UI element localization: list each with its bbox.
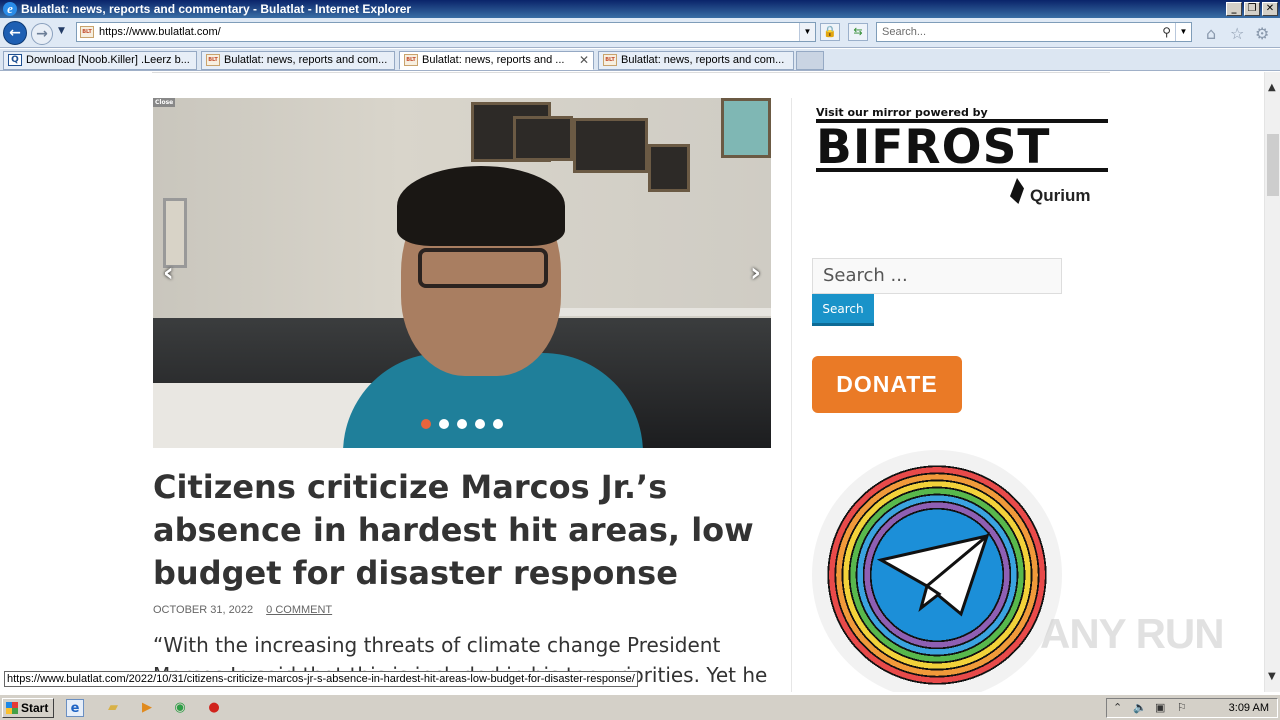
kitchen-shelf [553,308,771,316]
qurium-logo-icon [1010,178,1024,204]
tab-download[interactable]: Q Download [Noob.Killer] .Leerz b... [3,51,197,70]
bifrost-logo-text: BIFROST [816,120,1051,175]
tab-label: Bulatlat: news, reports and ... [422,54,565,66]
tray-expand-icon[interactable]: ⌃ [1113,699,1122,717]
search-dropdown-icon[interactable]: ▼ [1175,23,1191,41]
article-meta: OCTOBER 31, 2022 0 COMMENT [153,604,332,616]
favorites-star-icon[interactable]: ☆ [1230,24,1244,43]
address-bar[interactable]: BLT https://www.bulatlat.com/ ▼ [76,22,816,42]
article-headline[interactable]: Citizens criticize Marcos Jr.’s absence … [153,466,773,595]
sidebar-divider [791,98,792,692]
window-titlebar: e Bulatlat: news, reports and commentary… [0,0,1280,18]
back-button[interactable]: ← [3,21,27,45]
media-player-taskbar-icon[interactable]: ▶ [138,699,156,717]
article-date: OCTOBER 31, 2022 [153,604,254,616]
paper-plane-icon [877,531,991,617]
site-favicon: BLT [80,26,94,38]
slider-dot[interactable] [421,419,431,429]
header-divider [152,72,1110,73]
page-scrollbar[interactable]: ▲ ▼ [1264,72,1280,692]
windows-logo-icon [6,702,18,714]
taskbar-clock[interactable]: 3:09 AM [1229,699,1269,717]
home-icon[interactable]: ⌂ [1206,24,1216,43]
window-title: Bulatlat: news, reports and commentary -… [21,2,412,16]
slider-dots [421,419,503,429]
scroll-up-icon[interactable]: ▲ [1268,82,1276,93]
wall-photo [573,118,648,173]
tab-label: Bulatlat: news, reports and com... [621,54,785,66]
qurium-label: Qurium [1030,186,1091,205]
tab-bulatlat-1[interactable]: BLT Bulatlat: news, reports and com... [201,51,395,70]
alert-taskbar-icon[interactable]: ● [205,699,223,717]
chrome-taskbar-icon[interactable]: ◉ [171,699,189,717]
mirror-caption: Visit our mirror powered by [816,106,988,119]
lock-icon[interactable]: 🔒 [820,23,840,41]
search-placeholder: Search... [882,26,927,38]
folder-taskbar-icon[interactable]: ▰ [104,699,122,717]
new-tab-button[interactable] [796,51,824,70]
telegram-banner[interactable] [812,450,1062,692]
bulatlat-favicon: BLT [603,54,617,66]
slider-prev-arrow-icon[interactable]: ‹ [163,258,174,288]
minimize-button[interactable]: _ [1226,2,1242,16]
address-text: https://www.bulatlat.com/ [99,26,221,38]
banner-rule [816,168,1108,172]
featured-slider[interactable]: Close ‹ › [153,98,771,448]
bifrost-mirror-banner[interactable]: Visit our mirror powered by BIFROST Quri… [812,102,1112,217]
anyrun-watermark: ANY RUN [1040,610,1225,657]
wall-photo [648,144,690,192]
status-bar-url: https://www.bulatlat.com/2022/10/31/citi… [4,671,638,687]
refresh-icon[interactable]: ⇆ [848,23,868,41]
tab-bulatlat-3[interactable]: BLT Bulatlat: news, reports and com... [598,51,794,70]
slider-dot[interactable] [475,419,485,429]
sidebar-search-button[interactable]: Search [812,294,874,326]
wall-painting [721,98,771,158]
close-tab-icon[interactable]: ✕ [579,52,589,69]
start-label: Start [21,701,49,715]
slider-next-arrow-icon[interactable]: › [750,258,761,288]
ie-logo-icon: e [3,2,17,16]
download-icon: Q [8,54,22,66]
slider-dot[interactable] [457,419,467,429]
wall-photo [513,116,573,161]
tab-bulatlat-active[interactable]: BLT Bulatlat: news, reports and ... ✕ [399,51,594,70]
restore-button[interactable]: ❐ [1244,2,1260,16]
scroll-down-icon[interactable]: ▼ [1268,671,1276,682]
bulatlat-favicon: BLT [206,54,220,66]
history-dropdown-icon[interactable]: ▼ [58,26,65,36]
ie-taskbar-icon[interactable]: e [66,699,84,717]
bulatlat-favicon: BLT [404,54,418,66]
gear-icon[interactable]: ⚙ [1255,24,1269,43]
close-window-button[interactable]: ✕ [1262,2,1278,16]
navigation-bar: ← → ▼ BLT https://www.bulatlat.com/ ▼ 🔒 … [0,18,1280,48]
start-button[interactable]: Start [2,698,54,718]
tab-label: Bulatlat: news, reports and com... [224,54,388,66]
slider-dot[interactable] [439,419,449,429]
windows-taskbar: Start e ▰ ▶ ◉ ● ⌃ 🔈 ▣ ⚐ 3:09 AM [0,694,1280,720]
tab-bar: Q Download [Noob.Killer] .Leerz b... BLT… [0,49,1280,71]
donate-button[interactable]: DONATE [812,356,962,413]
search-input[interactable]: Search... ⚲ ▼ [876,22,1192,42]
search-icon[interactable]: ⚲ [1162,23,1171,41]
person-hair [397,166,565,246]
person-glasses [418,248,548,288]
sidebar-search-input[interactable]: Search ... [812,258,1062,294]
scrollbar-thumb[interactable] [1267,134,1279,196]
comment-count-link[interactable]: 0 COMMENT [266,604,332,616]
tab-label: Download [Noob.Killer] .Leerz b... [26,54,190,66]
network-icon[interactable]: ▣ [1155,699,1165,717]
forward-button[interactable]: → [31,23,53,45]
volume-icon[interactable]: 🔈 [1133,699,1147,717]
slider-close-button[interactable]: Close [153,98,176,107]
address-dropdown-icon[interactable]: ▼ [799,23,815,41]
system-tray: ⌃ 🔈 ▣ ⚐ 3:09 AM [1106,698,1278,718]
web-page: Close ‹ › Citizens criticize Marcos Jr.’… [0,72,1264,692]
slider-dot[interactable] [493,419,503,429]
flag-icon[interactable]: ⚐ [1177,699,1187,717]
